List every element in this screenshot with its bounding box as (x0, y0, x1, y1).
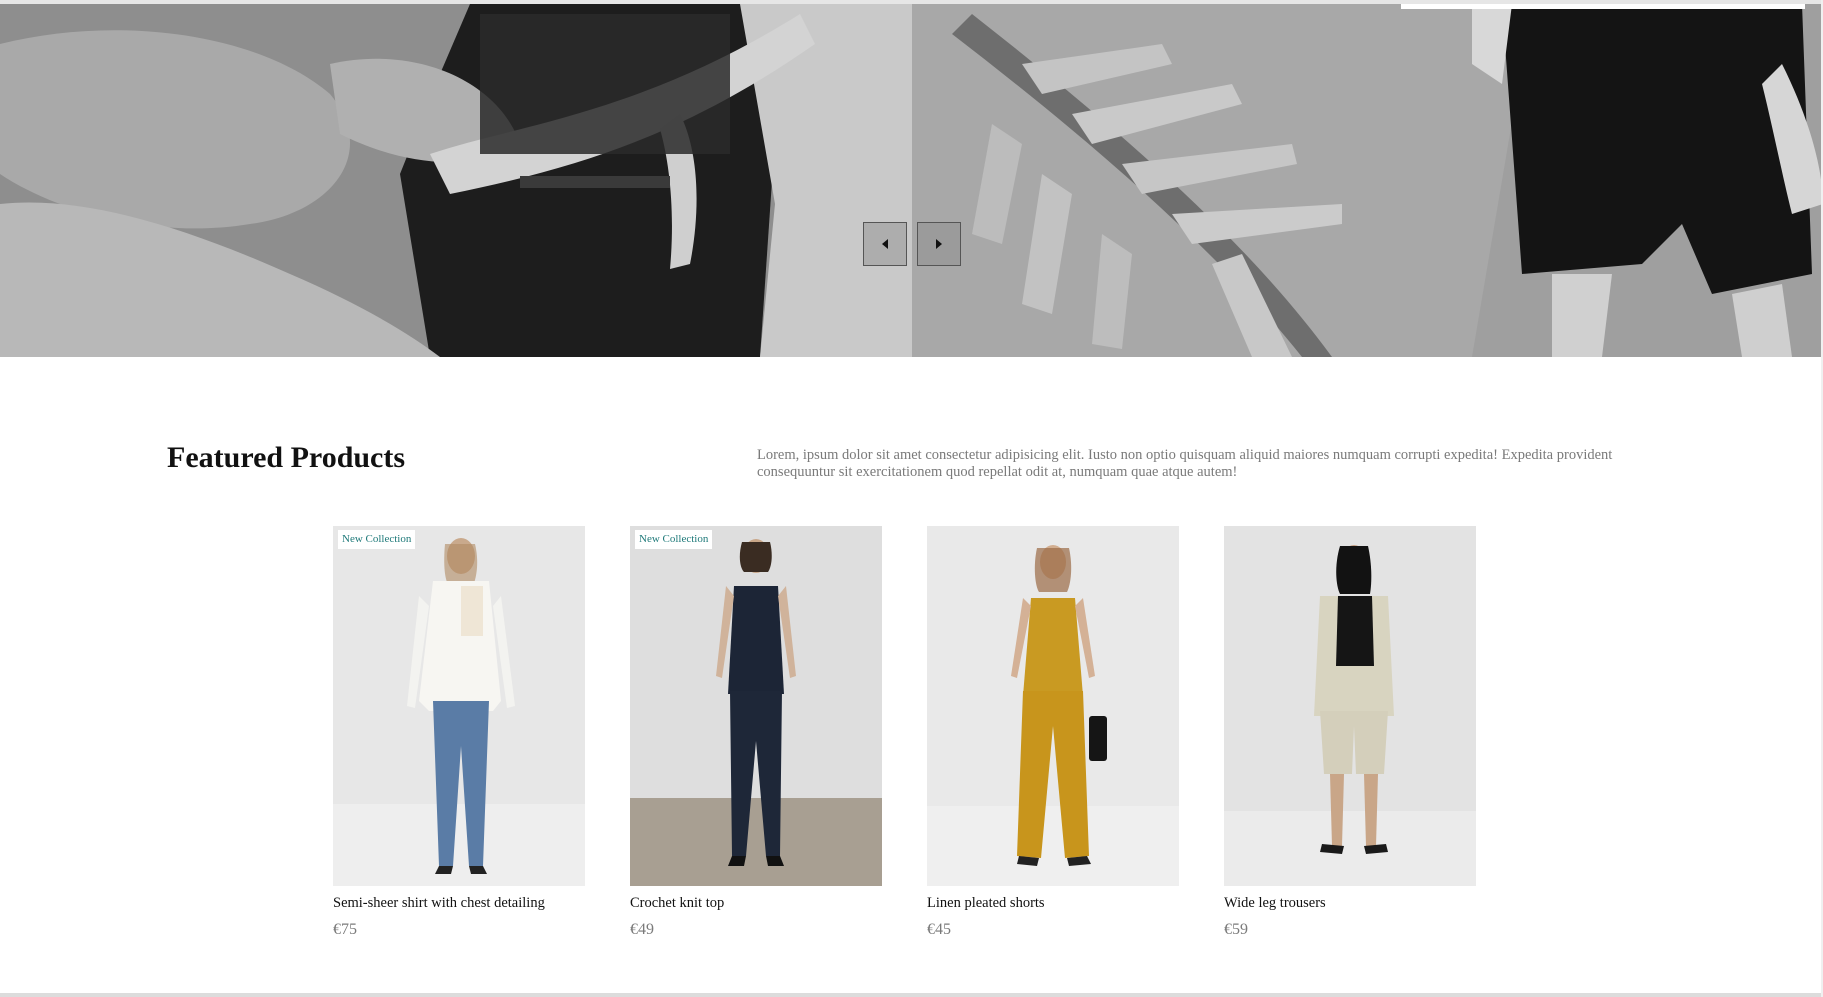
product-image[interactable]: New Collection (333, 526, 585, 886)
slider-next-button[interactable] (917, 222, 961, 266)
product-grid: New Collection Semi-sheer shirt with che… (333, 526, 1493, 946)
caret-right-icon (936, 239, 942, 249)
product-name[interactable]: Crochet knit top (630, 895, 882, 912)
product-card[interactable]: Linen pleated shorts €45 (927, 526, 1179, 939)
product-badge: New Collection (635, 530, 713, 549)
product-image[interactable]: New Collection (630, 526, 882, 886)
product-price: €45 (927, 921, 951, 938)
product-badge: New Collection (338, 530, 416, 549)
hero-image-right (912, 4, 1823, 357)
caret-left-icon (882, 239, 888, 249)
slider-prev-button[interactable] (863, 222, 907, 266)
product-price: €75 (333, 921, 357, 938)
product-image[interactable] (927, 526, 1179, 886)
product-card[interactable]: Wide leg trousers €59 (1224, 526, 1476, 939)
hero-top-strip (1401, 4, 1805, 9)
hero-slider (0, 4, 1823, 357)
product-image[interactable] (1224, 526, 1476, 886)
featured-products-description: Lorem, ipsum dolor sit amet consectetur … (757, 447, 1613, 480)
product-price: €59 (1224, 921, 1248, 938)
bottom-border (0, 993, 1823, 997)
featured-products-title: Featured Products (167, 441, 406, 474)
product-card[interactable]: New Collection Crochet knit top €49 (630, 526, 882, 939)
product-name[interactable]: Wide leg trousers (1224, 895, 1476, 912)
hero-image-left (0, 4, 912, 357)
product-name[interactable]: Linen pleated shorts (927, 895, 1179, 912)
product-name[interactable]: Semi-sheer shirt with chest detailing (333, 895, 585, 912)
product-price: €49 (630, 921, 654, 938)
product-card[interactable]: New Collection Semi-sheer shirt with che… (333, 526, 585, 939)
